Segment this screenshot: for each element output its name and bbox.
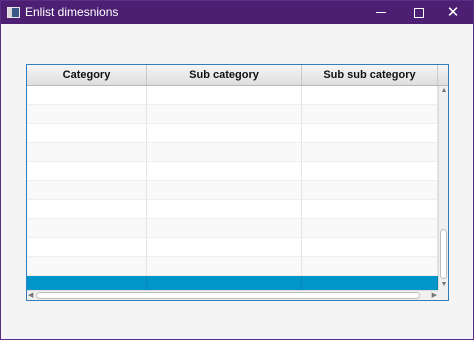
cell-category[interactable]: [27, 105, 147, 124]
window-title: Enlist dimesnions: [25, 5, 119, 19]
cell-sub-sub-category[interactable]: [302, 143, 438, 162]
cell-category[interactable]: [27, 86, 147, 105]
table-header: Category Sub category Sub sub category: [27, 65, 448, 86]
scroll-up-icon[interactable]: ▲: [439, 87, 448, 95]
cell-sub-category[interactable]: [147, 105, 302, 124]
scroll-down-icon[interactable]: ▼: [439, 281, 448, 289]
cell-sub-category[interactable]: [147, 219, 302, 238]
table-row[interactable]: [27, 181, 438, 200]
cell-category[interactable]: [27, 219, 147, 238]
cell-sub-category[interactable]: [147, 181, 302, 200]
cell-category[interactable]: [27, 124, 147, 143]
cell-category[interactable]: [27, 143, 147, 162]
cell-sub-sub-category[interactable]: [302, 105, 438, 124]
scroll-left-icon[interactable]: ◀: [28, 291, 33, 300]
scrollbar-corner: [438, 290, 448, 300]
cell-sub-sub-category[interactable]: [302, 124, 438, 143]
horizontal-scroll-thumb[interactable]: [36, 292, 420, 299]
cell-sub-category[interactable]: [147, 257, 302, 276]
column-header-sub-category[interactable]: Sub category: [147, 65, 302, 85]
table-row[interactable]: [27, 162, 438, 181]
cell-sub-category[interactable]: [147, 238, 302, 257]
maximize-icon: [414, 7, 424, 18]
cell-sub-sub-category[interactable]: [302, 181, 438, 200]
cell-category[interactable]: [27, 162, 147, 181]
title-bar[interactable]: Enlist dimesnions ✕: [1, 1, 473, 24]
table-body: [27, 86, 438, 290]
cell-sub-sub-category[interactable]: [302, 219, 438, 238]
table-row[interactable]: [27, 143, 438, 162]
horizontal-scrollbar[interactable]: ◀ ▶: [27, 290, 438, 300]
cell-sub-sub-category[interactable]: [302, 86, 438, 105]
cell-category[interactable]: [27, 181, 147, 200]
cell-sub-sub-category[interactable]: [302, 200, 438, 219]
table-row[interactable]: [27, 105, 438, 124]
table-row[interactable]: [27, 219, 438, 238]
scroll-right-icon[interactable]: ▶: [432, 291, 437, 300]
cell-category[interactable]: [27, 257, 147, 276]
cell-category[interactable]: [27, 238, 147, 257]
cell-sub-sub-category[interactable]: [302, 162, 438, 181]
column-header-category[interactable]: Category: [27, 65, 147, 85]
minimize-icon: [376, 12, 386, 13]
table-row[interactable]: [27, 86, 438, 105]
cell-sub-sub-category[interactable]: [302, 276, 438, 290]
app-window: Enlist dimesnions ✕ Category Sub categor…: [0, 0, 474, 340]
vertical-scrollbar[interactable]: ▲ ▼: [438, 86, 448, 290]
cell-sub-category[interactable]: [147, 143, 302, 162]
cell-sub-category[interactable]: [147, 276, 302, 290]
cell-sub-sub-category[interactable]: [302, 257, 438, 276]
close-button[interactable]: ✕: [433, 1, 473, 24]
cell-category[interactable]: [27, 200, 147, 219]
table-row[interactable]: [27, 238, 438, 257]
cell-sub-category[interactable]: [147, 124, 302, 143]
cell-sub-category[interactable]: [147, 162, 302, 181]
table-row[interactable]: [27, 124, 438, 143]
cell-sub-category[interactable]: [147, 86, 302, 105]
dimensions-table[interactable]: Category Sub category Sub sub category ▲…: [26, 64, 449, 301]
app-window-icon: [7, 7, 20, 18]
table-row-selected[interactable]: [27, 276, 438, 290]
cell-sub-category[interactable]: [147, 200, 302, 219]
column-header-sub-sub-category[interactable]: Sub sub category: [302, 65, 438, 85]
vertical-scroll-thumb[interactable]: [440, 229, 447, 279]
table-row[interactable]: [27, 257, 438, 276]
table-row[interactable]: [27, 200, 438, 219]
minimize-button[interactable]: [361, 1, 401, 24]
cell-sub-sub-category[interactable]: [302, 238, 438, 257]
cell-category[interactable]: [27, 276, 147, 290]
close-icon: ✕: [446, 3, 460, 21]
